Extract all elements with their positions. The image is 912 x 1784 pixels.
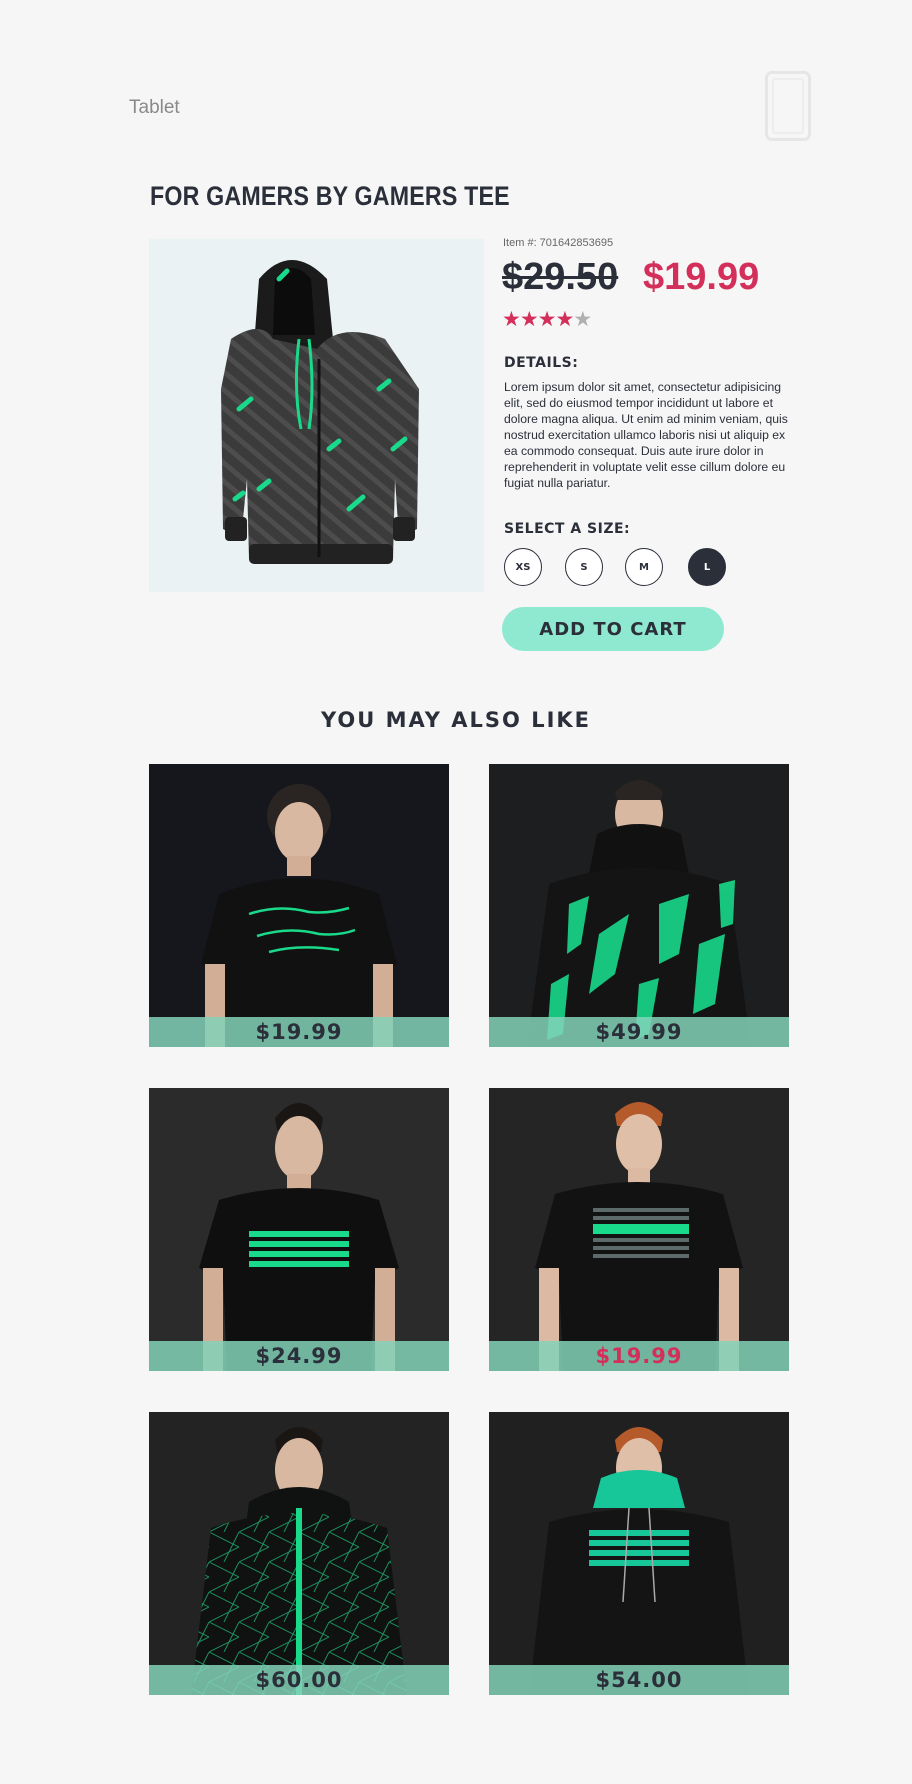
product-title: FOR GAMERS BY GAMERS TEE xyxy=(150,181,510,211)
original-price: $29.50 xyxy=(502,256,619,298)
sale-price: $19.99 xyxy=(643,256,760,298)
star-icon: ★ xyxy=(502,307,521,331)
product-price: $19.99 xyxy=(149,1017,449,1047)
star-icon: ★ xyxy=(537,307,557,331)
size-option-s[interactable]: S xyxy=(565,548,603,586)
star-icon: ★ xyxy=(519,307,539,331)
size-heading: SELECT A SIZE: xyxy=(504,521,631,537)
recommended-product-card[interactable]: $19.99 xyxy=(489,1088,789,1371)
recommended-product-card[interactable]: $19.99 xyxy=(149,764,449,1047)
product-price: $24.99 xyxy=(149,1341,449,1371)
star-icon: ★ xyxy=(555,307,574,331)
product-image xyxy=(149,239,484,592)
recommended-product-card[interactable]: $54.00 xyxy=(489,1412,789,1695)
recommended-product-card[interactable]: $24.99 xyxy=(149,1088,449,1371)
product-price: $19.99 xyxy=(489,1341,789,1371)
product-price: $49.99 xyxy=(489,1017,789,1047)
size-option-l[interactable]: L xyxy=(688,548,726,586)
recommended-product-card[interactable]: $60.00 xyxy=(149,1412,449,1695)
device-label: Tablet xyxy=(129,97,180,118)
product-price: $54.00 xyxy=(489,1665,789,1695)
tablet-icon xyxy=(765,71,811,141)
size-option-m[interactable]: M xyxy=(625,548,663,586)
star-empty-icon: ★ xyxy=(573,307,592,331)
star-rating: ★★★★★ xyxy=(502,307,592,331)
product-price: $60.00 xyxy=(149,1665,449,1695)
details-text: Lorem ipsum dolor sit amet, consectetur … xyxy=(504,380,788,490)
recommended-product-card[interactable]: $49.99 xyxy=(489,764,789,1047)
item-number: Item #: 701642853695 xyxy=(503,237,614,249)
size-option-xs[interactable]: XS xyxy=(504,548,542,586)
recommendations-heading: YOU MAY ALSO LIKE xyxy=(320,708,592,732)
details-heading: DETAILS: xyxy=(504,355,579,371)
add-to-cart-button[interactable]: ADD TO CART xyxy=(502,607,724,651)
